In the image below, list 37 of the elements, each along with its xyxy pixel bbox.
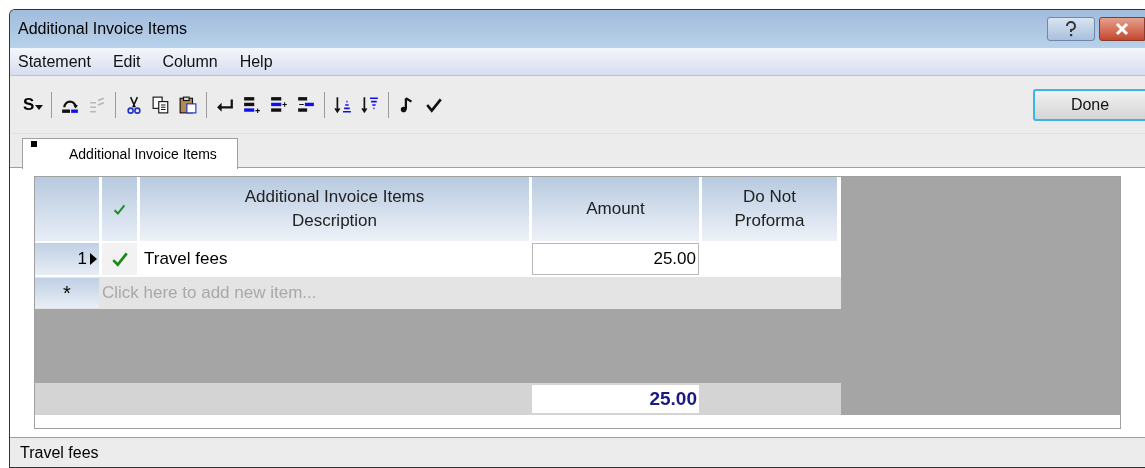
- menu-item[interactable]: Help: [239, 49, 273, 74]
- sort-ascending-icon: [334, 95, 353, 114]
- row-number: 1: [77, 248, 87, 271]
- insert-row-icon: [270, 95, 289, 114]
- scissors-icon: [125, 95, 144, 114]
- checkbox[interactable]: [102, 243, 137, 275]
- copy-icon: [152, 95, 171, 114]
- done-button[interactable]: Done: [1033, 88, 1145, 121]
- column-header[interactable]: Amount: [532, 177, 699, 241]
- row-header-corner: [35, 177, 99, 241]
- menu-item[interactable]: Statement: [18, 49, 91, 74]
- row-header[interactable]: 1: [35, 243, 99, 275]
- indent-row-icon: [297, 95, 316, 114]
- checkmark-icon: [113, 202, 126, 216]
- statement-dropdown[interactable]: S: [20, 91, 47, 118]
- menu-item[interactable]: Column: [162, 49, 218, 74]
- insert-row-below-icon: [243, 95, 262, 114]
- table-cell: 25.00: [532, 243, 699, 275]
- tab-marker-icon: [31, 141, 37, 147]
- table-cell-text: Travel fees: [143, 248, 229, 271]
- new-row-marker: *: [35, 278, 99, 308]
- help-button[interactable]: [1047, 17, 1095, 41]
- close-icon: [1114, 22, 1130, 36]
- window-title: Additional Invoice Items: [18, 19, 187, 39]
- checkmark-icon: [110, 250, 129, 268]
- total-amount: 25.00: [532, 385, 699, 413]
- help-icon: [1064, 21, 1078, 37]
- menu-item[interactable]: Edit: [112, 49, 141, 74]
- column-header[interactable]: Do Not Proforma: [702, 177, 837, 241]
- tab[interactable]: Additional Invoice Items: [22, 138, 238, 169]
- new-item-row[interactable]: * Click here to add new item...: [35, 275, 841, 309]
- caret-icon: [35, 105, 44, 110]
- sort-descending-icon: [361, 95, 380, 114]
- new-item-placeholder: Click here to add new item...: [102, 282, 317, 305]
- paste-icon: [179, 95, 198, 114]
- close-button[interactable]: [1099, 17, 1145, 41]
- column-header[interactable]: Additional Invoice Items Description: [140, 177, 529, 241]
